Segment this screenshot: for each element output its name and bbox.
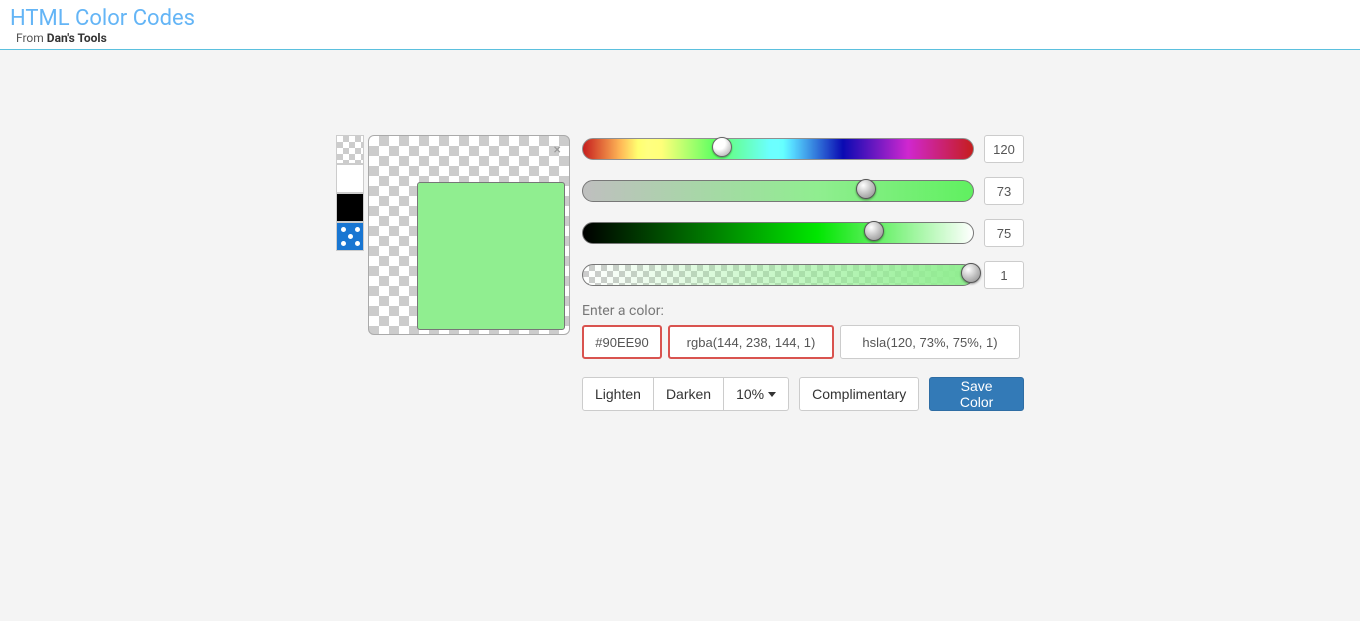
swatch-stack (336, 135, 364, 411)
action-row: Lighten Darken 10% Complimentary Save Co… (582, 377, 1024, 411)
complimentary-button[interactable]: Complimentary (799, 377, 919, 411)
swatch-black[interactable] (336, 193, 364, 222)
dice-icon (341, 227, 360, 246)
color-input-row (582, 325, 1024, 359)
site-header: HTML Color Codes From Dan's Tools (0, 0, 1360, 50)
hue-slider-row (582, 135, 1024, 163)
sat-knob[interactable] (856, 179, 876, 199)
light-knob[interactable] (864, 221, 884, 241)
percent-dropdown[interactable]: 10% (724, 377, 789, 411)
close-icon[interactable]: × (554, 142, 561, 158)
swatch-white[interactable] (336, 164, 364, 193)
hue-input[interactable] (984, 135, 1024, 163)
alpha-slider-row (582, 261, 1024, 289)
sat-slider-row (582, 177, 1024, 205)
color-preview-canvas[interactable]: × (368, 135, 570, 335)
chevron-down-icon (768, 392, 776, 397)
adjust-group: Lighten Darken 10% (582, 377, 789, 411)
hex-input[interactable] (582, 325, 662, 359)
enter-color-label: Enter a color: (582, 303, 1024, 319)
lightness-input[interactable] (984, 219, 1024, 247)
preview-swatch (417, 182, 565, 330)
light-slider-row (582, 219, 1024, 247)
controls-column: Enter a color: Lighten Darken 10% Compli… (582, 135, 1024, 411)
swatch-transparent[interactable] (336, 135, 364, 164)
alpha-knob[interactable] (961, 263, 981, 283)
site-title[interactable]: HTML Color Codes (10, 6, 195, 31)
alpha-slider[interactable] (582, 264, 974, 286)
darken-button[interactable]: Darken (654, 377, 724, 411)
swatch-random[interactable] (336, 222, 364, 251)
site-subtitle: From Dan's Tools (16, 31, 1350, 45)
lighten-button[interactable]: Lighten (582, 377, 654, 411)
hsla-input[interactable] (840, 325, 1020, 359)
color-picker: × (336, 135, 1024, 411)
rgba-input[interactable] (668, 325, 834, 359)
save-color-button[interactable]: Save Color (929, 377, 1024, 411)
saturation-slider[interactable] (582, 180, 974, 202)
preview-column: × (336, 135, 570, 411)
hue-knob[interactable] (712, 137, 732, 157)
main-area: × (0, 50, 1360, 411)
hue-slider[interactable] (582, 138, 974, 160)
alpha-input[interactable] (984, 261, 1024, 289)
saturation-input[interactable] (984, 177, 1024, 205)
lightness-slider[interactable] (582, 222, 974, 244)
